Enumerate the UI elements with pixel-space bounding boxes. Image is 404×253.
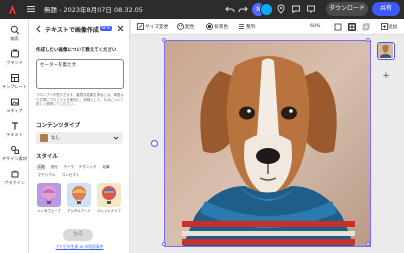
brand-icon — [10, 49, 19, 58]
content-type-label: コンテンツタイプ — [36, 123, 81, 129]
comment-icon[interactable] — [291, 4, 301, 14]
style-chip-concept[interactable]: コンセプト — [60, 172, 81, 178]
chevron-down-icon — [113, 136, 119, 140]
canvas-image-dog-in-sweater[interactable] — [164, 40, 371, 247]
resize-tool[interactable]: サイズ変更 — [137, 23, 168, 30]
style-chip-popular[interactable]: 人気 — [36, 164, 47, 170]
background-color-icon — [206, 23, 213, 30]
rail-item-design-assets[interactable]: デザイン素材 — [0, 145, 29, 169]
grid-view-icon[interactable] — [348, 23, 356, 31]
rail-label: プラグイン — [4, 180, 25, 185]
style-thumbnail-palette-knife[interactable] — [97, 183, 121, 207]
pages-sidebar — [374, 36, 404, 253]
back-icon[interactable] — [35, 25, 42, 33]
template-icon — [10, 74, 19, 82]
style-chip-trend[interactable]: 流行 — [49, 164, 59, 170]
present-icon[interactable] — [306, 4, 316, 14]
color-tool[interactable]: 配色 — [177, 23, 194, 30]
style-label-synthwave: シンセウェーブ — [37, 209, 61, 213]
add-page-icon[interactable]: + — [381, 71, 391, 81]
background-color-label: 背景色 — [214, 25, 229, 30]
prompt-hint: プロンプトが短すぎます。最適な結果を得るには、単語より文章にプロンプトを使用し、… — [36, 93, 124, 107]
add-page-icon — [381, 23, 388, 30]
rail-label: デザイン素材 — [1, 156, 28, 161]
style-chip-material[interactable]: マテリアル — [36, 172, 57, 178]
palette-icon — [177, 23, 184, 30]
hot-air-balloon-image — [97, 183, 121, 207]
text-icon — [11, 122, 18, 130]
prompt-input[interactable]: セーターを着た犬 — [36, 59, 124, 89]
resize-icon — [137, 23, 144, 30]
style-thumbnail-digital-art[interactable] — [67, 183, 91, 207]
undo-icon[interactable] — [225, 4, 235, 14]
style-chip-theme[interactable]: テーマ — [62, 164, 76, 170]
content-type-value: なし — [51, 136, 60, 141]
style-chip-technique[interactable]: テクニック — [77, 164, 98, 170]
page-thumbnail-1[interactable] — [377, 42, 395, 60]
fit-icon[interactable] — [334, 23, 342, 31]
style-label-digital-art: デジタルアート — [67, 209, 91, 213]
collaborator-avatar[interactable] — [260, 3, 273, 16]
location-pin-icon[interactable] — [276, 4, 286, 14]
resize-handle-bottom-right[interactable] — [366, 242, 370, 246]
menu-icon[interactable] — [26, 4, 36, 14]
arrange-tool[interactable]: 整列 — [238, 23, 255, 30]
resize-label: サイズ変更 — [145, 25, 169, 30]
rail-label: テキスト — [6, 132, 23, 137]
canvas-toolbar: サイズ変更 配色 背景色 整列 60% 追加 — [131, 19, 404, 35]
rail-label: メディア — [6, 108, 23, 113]
style-thumbnail-synthwave[interactable] — [37, 183, 61, 207]
design-assets-icon — [10, 146, 19, 154]
rail-item-search[interactable]: 検索 — [0, 25, 29, 49]
resize-handle-top-right[interactable] — [366, 38, 370, 42]
top-bar: 無題 - 2023年8月07日 08.32.05 N ダウンロード 共有 — [0, 0, 404, 19]
rail-label: ブランド — [6, 60, 23, 65]
rail-item-text[interactable]: テキスト — [0, 121, 29, 145]
style-label-palette-knife: パレットナイフ — [97, 209, 121, 213]
content-type-select[interactable]: なし — [36, 132, 123, 144]
left-rail: 検索 ブランド テンプレート メディア テキスト デザイン素材 プラグイン — [0, 19, 29, 253]
rail-label: 検索 — [10, 36, 19, 41]
dog-in-sweater-image — [165, 41, 370, 246]
style-label: スタイル — [36, 154, 59, 160]
background-color-tool[interactable]: 背景色 — [206, 23, 228, 30]
add-page-label: 追加 — [388, 25, 398, 30]
media-icon — [10, 98, 19, 106]
rail-label: テンプレート — [2, 84, 27, 89]
color-label: 配色 — [185, 25, 195, 30]
resize-handle-bottom-left[interactable] — [162, 242, 166, 246]
page-thumbnail-image — [378, 43, 393, 58]
arrange-icon — [239, 24, 244, 29]
beta-badge: BETA — [100, 26, 112, 31]
prompt-label: 作成したい画像について教えてください — [36, 48, 117, 53]
document-title[interactable]: 無題 - 2023年8月07日 08.32.05 — [44, 4, 143, 14]
hot-air-balloon-image — [67, 183, 91, 207]
close-icon[interactable] — [117, 25, 124, 32]
text-to-image-panel: テキストで画像作成 BETA 作成したい画像について教えてください セーターを着… — [29, 19, 130, 253]
share-button[interactable]: 共有 — [372, 2, 400, 16]
generate-button[interactable]: 生成 — [63, 229, 93, 241]
rail-item-plugins[interactable]: プラグイン — [0, 169, 29, 193]
add-page-button[interactable]: 追加 — [381, 23, 397, 30]
rail-item-brand[interactable]: ブランド — [0, 49, 29, 73]
style-chip-effect[interactable]: 効果 — [101, 164, 111, 170]
rail-item-media[interactable]: メディア — [0, 97, 29, 121]
copy-page-icon[interactable] — [362, 23, 370, 31]
rotate-handle[interactable] — [151, 140, 158, 147]
arrange-label: 整列 — [246, 25, 256, 30]
redo-icon[interactable] — [238, 4, 248, 14]
zoom-level[interactable]: 60% — [310, 24, 320, 29]
rail-item-templates[interactable]: テンプレート — [0, 73, 29, 97]
download-button[interactable]: ダウンロード — [326, 2, 368, 16]
adobe-express-logo-icon[interactable] — [6, 3, 19, 16]
plugin-icon — [11, 170, 18, 178]
search-icon — [10, 25, 19, 35]
hot-air-balloon-image — [37, 183, 61, 207]
panel-title: テキストで画像作成 — [45, 27, 99, 34]
content-type-thumbnail — [40, 134, 48, 142]
terms-link[interactable]: アドビの生成 AI の利用条件 — [29, 244, 130, 250]
resize-handle-top-left[interactable] — [162, 38, 166, 42]
